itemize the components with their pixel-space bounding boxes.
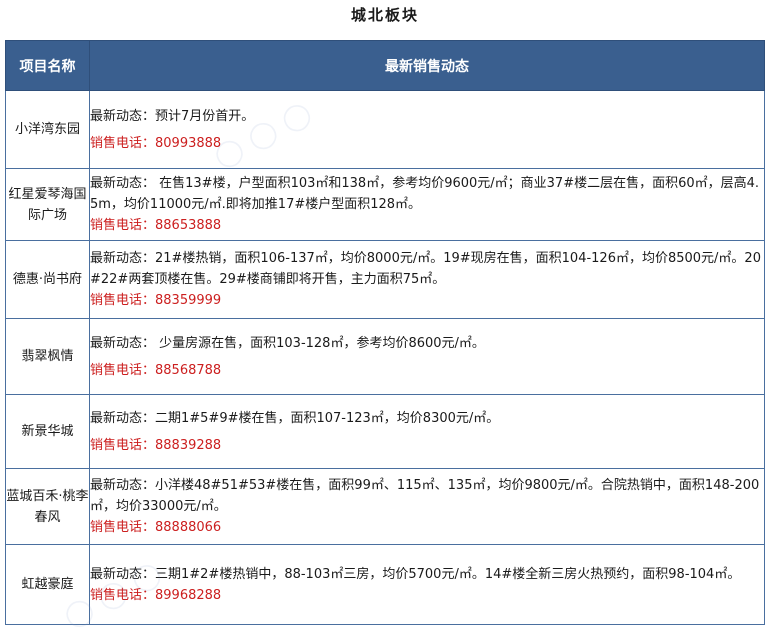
sales-news-text: 最新动态：三期1#2#楼热销中，88-103㎡三房，均价5700元/㎡。14#楼… bbox=[90, 566, 741, 582]
sales-news-cell: 最新动态： 在售13#楼，户型面积103㎡和138㎡，参考均价9600元/㎡；商… bbox=[89, 168, 765, 241]
project-name: 红星爱琴海国际广场 bbox=[5, 168, 90, 241]
table-header-row: 项目名称 最新销售动态 bbox=[5, 40, 765, 91]
project-name: 翡翠枫情 bbox=[5, 318, 90, 395]
sales-news-text: 最新动态： 少量房源在售，面积103-128㎡，参考均价8600元/㎡。 bbox=[90, 335, 485, 351]
sales-phone: 销售电话：88568788 bbox=[90, 362, 222, 378]
sales-news-cell: 最新动态：21#楼热销，面积106-137㎡，均价8000元/㎡。19#现房在售… bbox=[89, 240, 765, 319]
project-name: 德惠·尚书府 bbox=[5, 240, 90, 319]
sales-phone: 销售电话：89968288 bbox=[90, 587, 222, 603]
sales-news-cell: 最新动态：预计7月份首开。 销售电话：80993888 bbox=[89, 90, 765, 169]
table-row: 红星爱琴海国际广场 最新动态： 在售13#楼，户型面积103㎡和138㎡，参考均… bbox=[5, 168, 765, 241]
sales-phone: 销售电话：88888066 bbox=[90, 520, 222, 535]
sales-news-cell: 最新动态：三期1#2#楼热销中，88-103㎡三房，均价5700元/㎡。14#楼… bbox=[89, 544, 765, 625]
sales-phone: 销售电话：88359999 bbox=[90, 293, 222, 308]
column-header-sales-news: 最新销售动态 bbox=[89, 40, 765, 91]
table-row: 小洋湾东园 最新动态：预计7月份首开。 销售电话：80993888 bbox=[5, 90, 765, 169]
table-row: 蓝城百禾·桃李春风 最新动态：小洋楼48#51#53#楼在售，面积99㎡、115… bbox=[5, 468, 765, 545]
sales-news-text: 最新动态：二期1#5#9#楼在售，面积107-123㎡，均价8300元/㎡。 bbox=[90, 410, 500, 426]
project-name: 新景华城 bbox=[5, 394, 90, 469]
table-row: 翡翠枫情 最新动态： 少量房源在售，面积103-128㎡，参考均价8600元/㎡… bbox=[5, 318, 765, 395]
project-name: 小洋湾东园 bbox=[5, 90, 90, 169]
sales-news-text: 最新动态：小洋楼48#51#53#楼在售，面积99㎡、115㎡、135㎡，均价9… bbox=[90, 478, 760, 514]
table-row: 新景华城 最新动态：二期1#5#9#楼在售，面积107-123㎡，均价8300元… bbox=[5, 394, 765, 469]
page-title: 城北板块 bbox=[350, 6, 419, 24]
project-table: 项目名称 最新销售动态 小洋湾东园 最新动态：预计7月份首开。 销售电话：809… bbox=[5, 40, 765, 625]
sales-news-text: 最新动态：预计7月份首开。 bbox=[90, 108, 255, 124]
table-row: 虹越豪庭 最新动态：三期1#2#楼热销中，88-103㎡三房，均价5700元/㎡… bbox=[5, 544, 765, 625]
table-row: 德惠·尚书府 最新动态：21#楼热销，面积106-137㎡，均价8000元/㎡。… bbox=[5, 240, 765, 319]
sales-phone: 销售电话：88839288 bbox=[90, 437, 222, 453]
sales-phone: 销售电话：88653888 bbox=[90, 218, 222, 233]
sales-news-text: 最新动态：21#楼热销，面积106-137㎡，均价8000元/㎡。19#现房在售… bbox=[90, 251, 761, 287]
sales-news-text: 最新动态： 在售13#楼，户型面积103㎡和138㎡，参考均价9600元/㎡；商… bbox=[90, 176, 760, 212]
column-header-project-name: 项目名称 bbox=[5, 40, 90, 91]
project-name: 虹越豪庭 bbox=[5, 544, 90, 625]
sales-phone: 销售电话：80993888 bbox=[90, 135, 222, 151]
sales-news-cell: 最新动态： 少量房源在售，面积103-128㎡，参考均价8600元/㎡。 销售电… bbox=[89, 318, 765, 395]
sales-news-cell: 最新动态：二期1#5#9#楼在售，面积107-123㎡，均价8300元/㎡。 销… bbox=[89, 394, 765, 469]
sales-news-cell: 最新动态：小洋楼48#51#53#楼在售，面积99㎡、115㎡、135㎡，均价9… bbox=[89, 468, 765, 545]
project-name: 蓝城百禾·桃李春风 bbox=[5, 468, 90, 545]
